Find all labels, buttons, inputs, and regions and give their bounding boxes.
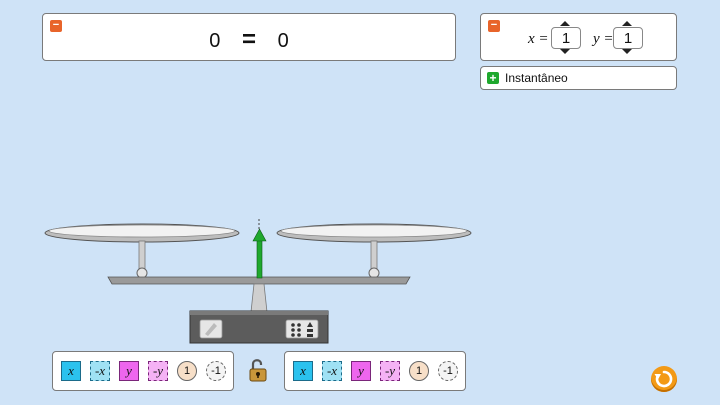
scale-base bbox=[189, 310, 329, 344]
snapshot-label: Instantâneo bbox=[505, 71, 568, 85]
one-tile[interactable]: 1 bbox=[409, 361, 429, 381]
equation-left-side: 0 bbox=[209, 30, 221, 52]
base-left-button-icon bbox=[199, 319, 223, 339]
one-tile[interactable]: 1 bbox=[177, 361, 197, 381]
negative-x-tile[interactable]: -x bbox=[90, 361, 110, 381]
negative-one-tile[interactable]: -1 bbox=[438, 361, 458, 381]
base-right-keypad-icon bbox=[285, 319, 319, 339]
y-value-spinner[interactable]: 1 bbox=[613, 27, 643, 49]
y-tile[interactable]: y bbox=[119, 361, 139, 381]
y-decrement-arrow[interactable] bbox=[622, 49, 632, 54]
equation-panel: − 0 = 0 bbox=[42, 13, 456, 61]
left-term-toolbox: x -x y -y 1 -1 bbox=[52, 351, 234, 391]
right-pan bbox=[276, 223, 472, 279]
x-tile[interactable]: x bbox=[293, 361, 313, 381]
x-increment-arrow[interactable] bbox=[560, 21, 570, 26]
x-value-spinner[interactable]: 1 bbox=[551, 27, 581, 49]
fulcrum bbox=[250, 283, 268, 313]
y-tile[interactable]: y bbox=[351, 361, 371, 381]
x-variable-label: x = bbox=[528, 31, 549, 47]
x-tile[interactable]: x bbox=[61, 361, 81, 381]
reset-icon bbox=[654, 370, 673, 388]
unlocked-padlock-icon[interactable] bbox=[248, 357, 270, 383]
negative-y-tile[interactable]: -y bbox=[380, 361, 400, 381]
equation-display: 0 = 0 bbox=[43, 26, 455, 54]
plus-icon: + bbox=[489, 71, 497, 85]
negative-y-tile[interactable]: -y bbox=[148, 361, 168, 381]
right-term-toolbox: x -x y -y 1 -1 bbox=[284, 351, 466, 391]
negative-one-tile[interactable]: -1 bbox=[206, 361, 226, 381]
variables-panel: − x = 1 y = 1 bbox=[480, 13, 677, 61]
y-increment-arrow[interactable] bbox=[622, 21, 632, 26]
collapse-variables-button[interactable]: − bbox=[488, 20, 500, 32]
y-variable-label: y = bbox=[593, 31, 614, 47]
negative-x-tile[interactable]: -x bbox=[322, 361, 342, 381]
balance-indicator-arrow bbox=[252, 228, 267, 279]
reset-button[interactable] bbox=[651, 366, 677, 392]
minus-icon: − bbox=[490, 19, 498, 31]
equation-right-side: 0 bbox=[277, 30, 289, 52]
equals-sign: = bbox=[241, 26, 256, 53]
balance-beam bbox=[107, 276, 411, 285]
snapshot-panel: + Instantâneo bbox=[480, 66, 677, 90]
left-pan bbox=[44, 223, 240, 279]
x-decrement-arrow[interactable] bbox=[560, 49, 570, 54]
expand-snapshot-button[interactable]: + bbox=[487, 72, 499, 84]
